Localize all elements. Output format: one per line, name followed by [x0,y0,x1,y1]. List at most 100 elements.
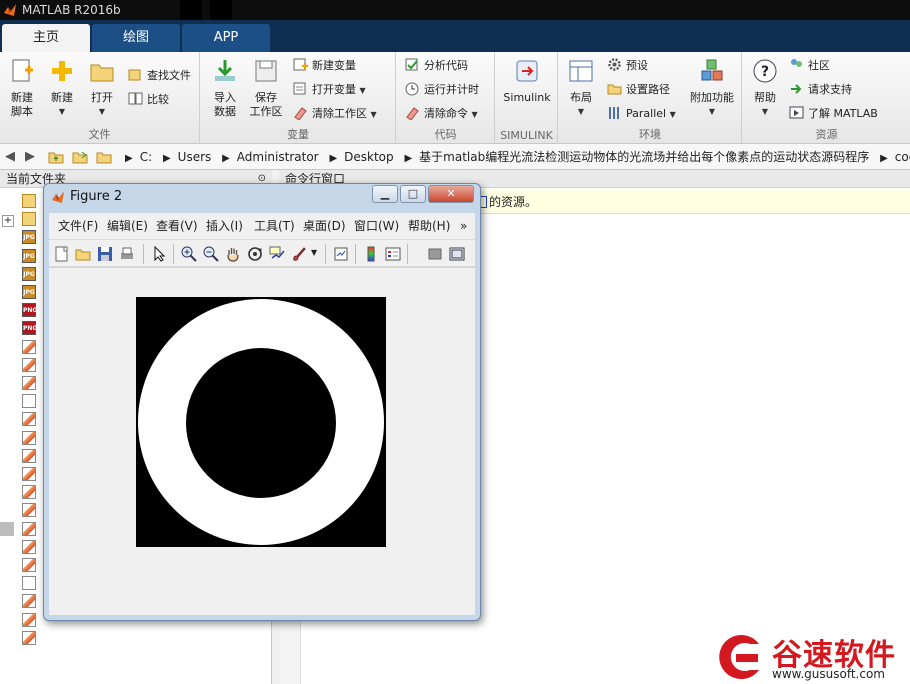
clear-workspace-button[interactable]: 清除工作区 ▼ [293,104,377,124]
breadcrumb-item-desktop[interactable]: Desktop [344,150,394,164]
set-path-button[interactable]: 设置路径 [607,80,670,100]
breadcrumb-item-drive[interactable]: C: [140,150,152,164]
m-file-icon[interactable] [22,630,36,645]
layout-button[interactable]: 布局 ▼ [563,56,599,119]
browse-folder-icon[interactable] [72,149,88,165]
new-script-button[interactable]: 新建 脚本 [4,56,40,119]
notice-text: 的资源。 [489,195,538,209]
new-figure-icon[interactable] [54,246,70,262]
m-file-icon[interactable] [22,521,36,536]
txt-file-icon[interactable] [22,394,36,409]
tab-plots[interactable]: 绘图 [92,24,180,52]
jpg-file-icon[interactable]: JPG [22,230,36,245]
parallel-button[interactable]: Parallel ▼ [607,104,676,124]
pointer-icon[interactable] [151,246,167,262]
back-arrow-icon[interactable]: ◀ [5,149,15,164]
breadcrumb-item-project[interactable]: 基于matlab编程光流法检测运动物体的光流场并给出每个像素点的运动状态源码程序 [419,150,869,164]
colorbar-icon[interactable] [363,246,379,262]
chevron-down-icon[interactable]: ▼ [311,248,317,257]
breadcrumb-item-administrator[interactable]: Administrator [237,150,319,164]
m-file-icon[interactable] [22,339,36,354]
new-variable-icon [293,58,308,71]
figure-window[interactable]: Figure 2 ▁ □ ✕ 文件(F) 编辑(E) 查看(V) 插入(I) 工… [43,183,481,621]
zoom-out-icon[interactable] [203,246,219,262]
community-button[interactable]: 社区 [789,56,830,76]
menu-overflow[interactable]: » [460,213,467,239]
jpg-file-icon[interactable]: JPG [22,266,36,281]
forward-arrow-icon[interactable]: ▶ [25,149,35,164]
m-file-icon[interactable] [22,594,36,609]
open-file-icon[interactable] [75,246,91,262]
folder-file-icon[interactable] [22,194,36,208]
compare-button[interactable]: 比较 [128,90,169,110]
menu-view[interactable]: 查看(V) [156,213,198,239]
m-file-icon[interactable] [22,558,36,572]
open-variable-button[interactable]: 打开变量 ▼ [293,80,366,100]
menu-window[interactable]: 窗口(W) [354,213,399,239]
menu-insert[interactable]: 插入(I) [206,213,243,239]
m-file-icon[interactable] [22,448,36,463]
pan-hand-icon[interactable] [225,246,241,262]
close-button[interactable]: ✕ [428,185,474,203]
analyze-code-button[interactable]: 分析代码 [405,56,468,76]
zoom-in-icon[interactable] [181,246,197,262]
menu-tools[interactable]: 工具(T) [254,213,295,239]
m-file-icon[interactable] [22,485,36,500]
jpg-file-icon[interactable]: JPG [22,248,36,263]
menu-file[interactable]: 文件(F) [58,213,98,239]
minimize-button[interactable]: ▁ [372,185,398,203]
tab-home[interactable]: 主页 [2,24,90,52]
menu-help[interactable]: 帮助(H) [408,213,450,239]
maximize-button[interactable]: □ [400,185,426,203]
find-files-button[interactable]: 查找文件 [128,66,191,86]
jpg-file-icon[interactable]: JPG [22,285,36,299]
m-file-icon[interactable] [22,376,36,390]
m-file-icon[interactable] [22,412,36,427]
save-icon[interactable] [97,246,113,262]
up-folder-icon[interactable] [48,149,64,165]
addons-button[interactable]: 附加功能 ▼ [685,56,739,119]
figure-toolbar: ▼ [49,239,475,267]
print-icon[interactable] [119,246,135,262]
m-file-icon[interactable] [22,430,36,445]
show-plot-tools-icon[interactable] [449,246,465,262]
m-file-icon[interactable] [22,503,36,518]
png-file-icon[interactable]: PNG [22,321,37,336]
brush-icon[interactable] [291,246,307,262]
tab-apps[interactable]: APP [182,24,270,52]
save-workspace-button[interactable]: 保存 工作区 [245,56,287,119]
request-support-button[interactable]: 请求支持 [789,80,852,100]
parallel-icon [609,107,619,119]
new-button[interactable]: 新建 ▼ [44,56,80,119]
txt-file-icon[interactable] [22,576,36,591]
menu-edit[interactable]: 编辑(E) [107,213,148,239]
rotate-3d-icon[interactable] [247,246,263,262]
open-button[interactable]: 打开 ▼ [84,56,120,119]
expand-icon[interactable]: + [2,215,14,227]
m-file-icon[interactable] [22,467,36,481]
png-file-icon[interactable]: PNG [22,303,38,318]
titlebar-control-2[interactable] [210,0,232,20]
breadcrumb-item-code[interactable]: code [895,150,910,164]
help-button[interactable]: ? 帮助 ▼ [747,56,783,119]
data-cursor-icon[interactable] [269,246,285,262]
m-file-icon[interactable] [22,539,36,554]
import-data-button[interactable]: 导入 数据 [205,56,245,119]
save-label-1: 保存 [255,91,277,104]
link-plot-icon[interactable] [333,246,349,262]
legend-icon[interactable] [385,246,401,262]
hide-plot-tools-icon[interactable] [427,246,443,262]
clear-commands-button[interactable]: 清除命令 ▼ [405,104,478,124]
breadcrumb-item-users[interactable]: Users [178,150,212,164]
folder-file-icon[interactable] [22,212,36,227]
preferences-button[interactable]: 预设 [607,56,648,76]
simulink-button[interactable]: Simulink [500,56,554,105]
menu-desktop[interactable]: 桌面(D) [303,213,346,239]
learn-matlab-button[interactable]: 了解 MATLAB [789,104,878,124]
run-and-time-button[interactable]: 运行并计时 [405,80,479,100]
m-file-icon[interactable] [22,612,36,627]
new-variable-button[interactable]: 新建变量 [293,56,356,76]
m-file-icon[interactable] [22,357,36,372]
titlebar-control-1[interactable] [180,0,202,20]
file-badge: PNG [23,307,38,315]
